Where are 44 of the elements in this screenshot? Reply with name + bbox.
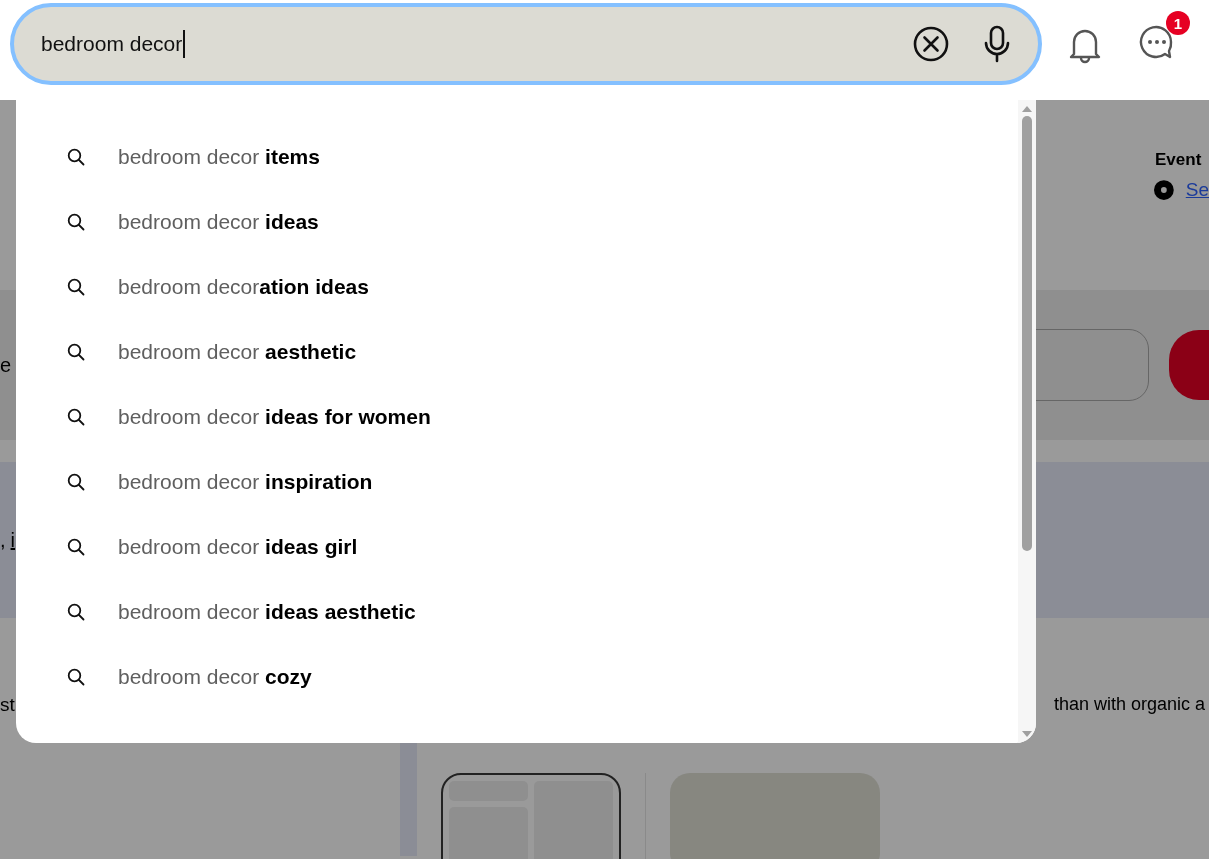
scrollbar[interactable] (1018, 100, 1036, 743)
search-icon (67, 343, 85, 361)
submit-button[interactable] (1169, 330, 1209, 400)
search-icon (67, 603, 85, 621)
clear-icon[interactable] (912, 25, 950, 63)
text-fragment: , (0, 528, 6, 552)
suggestion-text: bedroom decor cozy (118, 665, 312, 689)
search-field[interactable]: bedroom decor (10, 3, 1042, 85)
suggestion-item[interactable]: bedroom decor inspiration (16, 449, 1018, 515)
text-fragment: than with organic a (1053, 694, 1205, 716)
search-value: bedroom decor (41, 32, 183, 56)
search-icon (67, 668, 85, 686)
suggestion-text: bedroom decor inspiration (118, 470, 373, 494)
radio-icon[interactable] (1154, 178, 1174, 202)
search-icon (67, 408, 85, 426)
suggestion-item[interactable]: bedroom decor cozy (16, 644, 1018, 710)
suggestion-text: bedroom decor ideas for women (118, 405, 431, 429)
event-heading: Event (1155, 150, 1203, 170)
suggestion-text: bedroom decoration ideas (118, 275, 369, 299)
suggestion-text: bedroom decor aesthetic (118, 340, 357, 364)
text-fragment: st (0, 694, 15, 716)
suggestion-item[interactable]: bedroom decoration ideas (16, 254, 1018, 320)
suggestion-text: bedroom decor ideas aesthetic (118, 600, 416, 624)
text-link[interactable]: i (10, 528, 15, 552)
event-link[interactable]: Se (1185, 179, 1209, 201)
text-fragment: e (0, 353, 12, 377)
search-icon (67, 473, 85, 491)
search-icon (67, 213, 85, 231)
scroll-down-icon[interactable] (1020, 729, 1034, 739)
suggestion-text: bedroom decor ideas (118, 210, 319, 234)
search-icon (67, 278, 85, 296)
suggestion-item[interactable]: bedroom decor ideas for women (16, 384, 1018, 450)
suggestion-text: bedroom decor items (118, 145, 320, 169)
suggestion-item[interactable]: bedroom decor aesthetic (16, 319, 1018, 385)
layout-card[interactable] (441, 773, 621, 859)
search-icon (67, 538, 85, 556)
suggestion-item[interactable]: bedroom decor ideas aesthetic (16, 579, 1018, 645)
microphone-icon[interactable] (982, 25, 1012, 63)
suggestion-item[interactable]: bedroom decor items (16, 124, 1018, 190)
suggestion-text: bedroom decor ideas girl (118, 535, 358, 559)
search-icon (67, 148, 85, 166)
suggestion-item[interactable]: bedroom decor ideas (16, 189, 1018, 255)
notification-badge: 1 (1166, 11, 1190, 35)
suggestion-item[interactable]: bedroom decor ideas girl (16, 514, 1018, 580)
